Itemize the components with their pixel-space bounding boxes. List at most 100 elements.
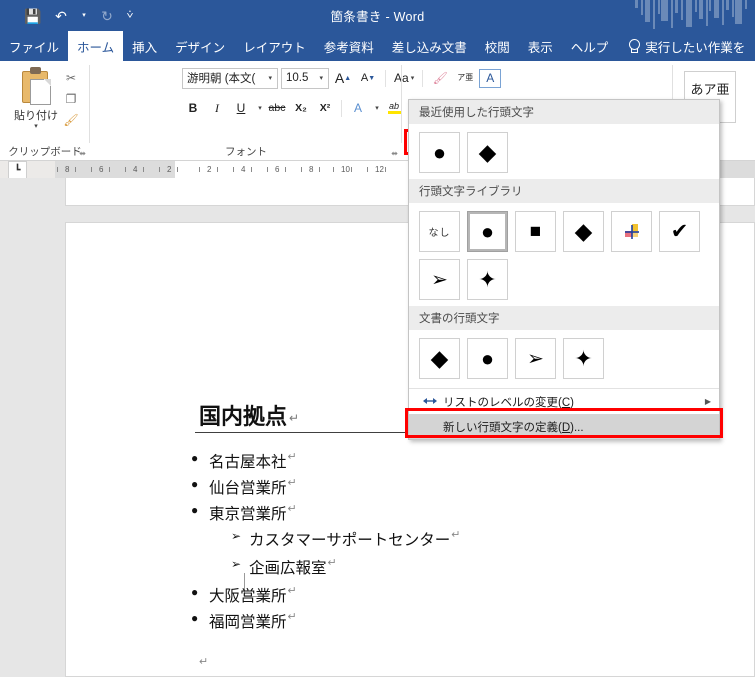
pinwheel-icon (624, 223, 639, 239)
list-item[interactable]: ➢ 企画広報室 ↵ (191, 556, 611, 578)
bullet-glyph: ✦ (574, 345, 593, 371)
list-item[interactable]: ● 福岡営業所 ↵ (191, 610, 611, 632)
font-group-label: フォント (225, 146, 267, 158)
bullet-filled-circle[interactable]: ● (467, 338, 508, 379)
tab-stop-selector[interactable]: ┗ (8, 161, 27, 179)
paste-button[interactable]: 貼り付け ▾ (8, 65, 64, 139)
paragraph-mark: ↵ (287, 477, 297, 489)
paragraph-mark: ↵ (289, 411, 300, 425)
bullet-glyph: ◆ (574, 218, 593, 244)
group-font: 游明朝 (本文( ▾ 10.5 ▾ A▲ A▼ Aa▾ 🖌 ア亜 A B I (90, 61, 502, 161)
menu-item-define-new-bullet[interactable]: 新しい行頭文字の定義(D)... (409, 414, 719, 439)
tab-表示[interactable]: 表示 (519, 31, 562, 61)
tab-デザイン[interactable]: デザイン (166, 31, 234, 61)
bullet-four-point-star[interactable]: ✦ (467, 259, 508, 300)
tell-me-label: 実行したい作業を (645, 40, 746, 55)
bullet-glyph: ● (432, 139, 447, 165)
tab-校閲[interactable]: 校閲 (476, 31, 519, 61)
shrink-font-button[interactable]: A ▼ (357, 67, 379, 89)
paste-dropdown-icon[interactable]: ▾ (34, 122, 38, 130)
submenu-arrow-icon: ▶ (704, 397, 711, 406)
undo-dropdown-icon[interactable]: ▾ (76, 3, 92, 29)
text-effects-button[interactable]: A (347, 97, 369, 119)
menu-item-change-list-level[interactable]: リストのレベルの変更(C) ▶ (409, 389, 719, 414)
list-item-text: 企画広報室 (249, 560, 327, 577)
bullet-filled-diamond[interactable]: ◆ (419, 338, 460, 379)
document-heading-text: 国内拠点 (199, 404, 288, 429)
title-bar: 箇条書き - Word 💾 ↶ ▾ ↻ ⩒ (0, 0, 755, 31)
list-level-icon (417, 395, 443, 409)
bullet-filled-diamond[interactable]: ◆ (563, 211, 604, 252)
group-clipboard: 貼り付け ▾ ✂ ❐ 🖌 クリップボード ⬌ (0, 61, 90, 161)
font-dialog-launcher[interactable]: ⬌ (391, 149, 398, 158)
format-painter-icon[interactable]: 🖌 (58, 109, 84, 130)
bullet-filled-square[interactable]: ■ (515, 211, 556, 252)
list-item[interactable]: ● 東京営業所 ↵ (191, 502, 611, 524)
font-name-combo[interactable]: 游明朝 (本文( ▾ (182, 67, 278, 89)
first-line-indent-marker[interactable] (186, 161, 198, 169)
hanging-indent-marker[interactable] (186, 170, 198, 177)
tab-参考資料[interactable]: 参考資料 (315, 31, 383, 61)
tab-差し込み文書[interactable]: 差し込み文書 (383, 31, 476, 61)
list-item[interactable]: ➢ カスタマーサポートセンター ↵ (191, 528, 611, 550)
underline-button[interactable]: U (230, 97, 252, 119)
cut-icon[interactable]: ✂ (58, 67, 84, 88)
bullet-checkmark[interactable]: ✔ (659, 211, 700, 252)
bullet-glyph: ✦ (478, 266, 497, 292)
change-list-level-label: リストのレベルの変更(C) (443, 396, 574, 409)
chevron-down-icon[interactable]: ▾ (316, 74, 326, 82)
list-item[interactable]: ● 仙台営業所 ↵ (191, 476, 611, 498)
paste-icon (18, 67, 54, 107)
list-item[interactable]: ● 大阪営業所 ↵ (191, 584, 611, 606)
document-bullets-header: 文書の行頭文字 (409, 306, 719, 330)
customize-qat-icon[interactable]: ⩒ (122, 3, 138, 29)
tab-ファイル[interactable]: ファイル (0, 31, 68, 61)
save-icon[interactable]: 💾 (20, 3, 46, 29)
recent-bullets-gallery: ● ◆ (409, 124, 719, 179)
chevron-down-icon[interactable]: ▾ (265, 74, 275, 82)
superscript-button[interactable]: X² (314, 97, 336, 119)
italic-button[interactable]: I (206, 97, 228, 119)
ruler-tick-label: 4 (241, 165, 246, 174)
ruler-tick (319, 167, 320, 172)
tab-挿入[interactable]: 挿入 (123, 31, 166, 61)
copy-icon[interactable]: ❐ (58, 88, 84, 109)
tab-ヘルプ[interactable]: ヘルプ (562, 31, 618, 61)
list-item-text: 福岡営業所 (209, 614, 287, 631)
bullet-filled-circle[interactable]: ● (467, 211, 508, 252)
list-item[interactable]: ● 名古屋本社 ↵ (191, 450, 611, 472)
bullet-four-point-star[interactable]: ✦ (563, 338, 604, 379)
tab-レイアウト[interactable]: レイアウト (234, 31, 315, 61)
bullet-arrowhead[interactable]: ➢ (419, 259, 460, 300)
bullet-list: ● 名古屋本社 ↵ ● 仙台営業所 ↵ ● 東京営業所 ↵ ➢ カスタマーサポートセンター ↵ ➢ 企画広… (191, 450, 611, 636)
ruler-tick (57, 167, 58, 172)
bullet-colored-pinwheel[interactable] (611, 211, 652, 252)
font-size-combo[interactable]: 10.5 ▾ (281, 67, 329, 89)
paste-label: 貼り付け (14, 110, 58, 122)
bullet-filled-diamond[interactable]: ◆ (467, 132, 508, 173)
ruler-tick-label: 4 (133, 165, 138, 174)
bullet-none[interactable]: なし (419, 211, 460, 252)
resize-grip-icon[interactable]: .. (708, 429, 714, 438)
clipboard-dialog-launcher[interactable]: ⬌ (79, 149, 86, 158)
bullet-arrowhead[interactable]: ➢ (515, 338, 556, 379)
bold-button[interactable]: B (182, 97, 204, 119)
ruler-tick (267, 167, 268, 172)
paragraph-mark: ↵ (287, 611, 297, 623)
undo-icon[interactable]: ↶ (48, 3, 74, 29)
ruler-tick-label: 12 (375, 165, 384, 174)
bullet-filled-circle-icon: ● (191, 503, 199, 517)
redo-icon[interactable]: ↻ (94, 3, 120, 29)
chevron-down-icon[interactable]: ▾ (373, 104, 379, 112)
ruler-tick (367, 167, 368, 172)
tell-me-box[interactable]: 実行したい作業を (617, 31, 745, 61)
chevron-down-icon[interactable]: ▾ (256, 104, 262, 112)
ruler-tick (333, 167, 334, 172)
recent-bullets-header: 最近使用した行頭文字 (409, 100, 719, 124)
tab-ホーム[interactable]: ホーム (68, 31, 124, 61)
bullet-filled-circle[interactable]: ● (419, 132, 460, 173)
subscript-button[interactable]: X₂ (290, 97, 312, 119)
grow-font-button[interactable]: A ▲ (332, 67, 354, 89)
ruler-tick (301, 167, 302, 172)
strikethrough-button[interactable]: abc (266, 97, 288, 119)
